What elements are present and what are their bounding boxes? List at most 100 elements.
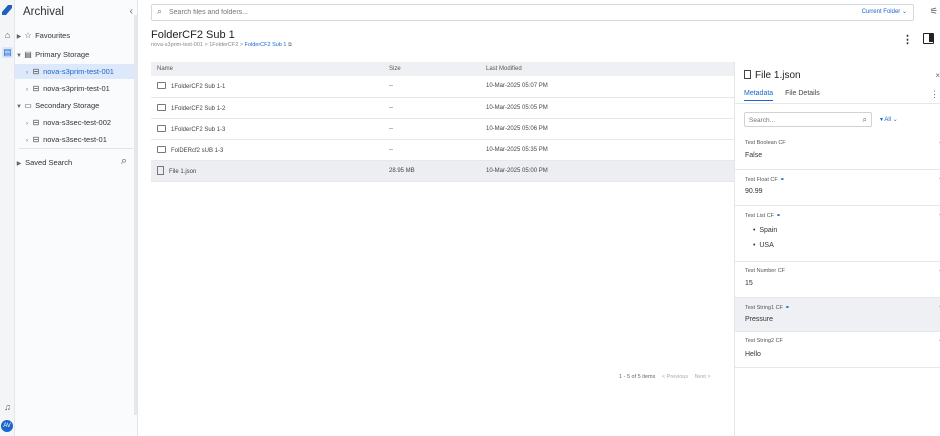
metadata-field-number[interactable]: Test Number CF 15 ‹ [735, 262, 940, 298]
metadata-field-string1[interactable]: Test String1 CF⚭ Pressure ‹ [735, 298, 940, 332]
nav-item-nova-s3sec-test-01[interactable]: › ⊟ nova-s3sec-test-01 [15, 132, 138, 147]
table-row[interactable]: FolDERcf2 sUB 1-3 -- 10-Mar-2025 05:35 P… [151, 139, 735, 161]
nav-item-label: nova-s3sec-test-01 [43, 135, 107, 144]
avatar[interactable]: AV [1, 420, 13, 432]
tab-metadata[interactable]: Metadata [744, 90, 774, 101]
chevron-right-icon[interactable]: › [23, 134, 31, 149]
chevron-right-icon[interactable]: › [23, 83, 31, 98]
database-icon: ▤ [24, 50, 32, 59]
file-name: FolDERcf2 sUB 1-3 [171, 147, 224, 154]
bell-icon[interactable]: ♫ [2, 402, 13, 413]
column-header-name[interactable]: Name [151, 62, 383, 76]
nav-item-label: nova-s3sec-test-002 [43, 118, 112, 127]
file-name: 1FolderCF2 Sub 1-3 [171, 126, 226, 133]
chevron-right-icon[interactable]: › [23, 66, 31, 81]
nav-item-nova-s3prim-test-01[interactable]: › ⊟ nova-s3prim-test-01 [15, 81, 138, 96]
search-scope-dropdown[interactable]: Current Folder ⌄ [862, 8, 907, 15]
cell-modified: 10-Mar-2025 05:00 PM [480, 160, 735, 182]
folder-icon [157, 124, 166, 132]
metadata-filter-dropdown[interactable]: ▾ All ⌄ [880, 116, 898, 123]
cell-modified: 10-Mar-2025 05:06 PM [480, 118, 735, 140]
global-search-bar: ⌕ Current Folder ⌄ [151, 4, 914, 21]
logo-icon [2, 5, 12, 15]
nav-item-secondary-storage[interactable]: ▼ ▭ Secondary Storage [15, 98, 138, 113]
nav-item-label: nova-s3prim-test-01 [43, 84, 110, 93]
cell-name: 1FolderCF2 Sub 1-2 [151, 97, 383, 119]
chevron-down-icon: ⌄ [892, 117, 898, 123]
home-icon[interactable]: ⌂ [2, 30, 13, 41]
nav-item-label: nova-s3prim-test-001 [43, 67, 114, 76]
chevron-down-icon[interactable]: ▼ [15, 100, 23, 115]
tab-file-details[interactable]: File Details [785, 90, 820, 100]
metadata-field-list[interactable]: Test List CF⚭ • Spain • USA ‹ [735, 206, 940, 262]
cell-size: -- [383, 139, 480, 161]
table-header-row: Name Size Last Modified [151, 62, 735, 76]
table-row[interactable]: 1FolderCF2 Sub 1-2 -- 10-Mar-2025 05:05 … [151, 97, 735, 119]
nav-item-saved-search[interactable]: ▶ Saved Search [15, 155, 138, 170]
more-options-icon[interactable]: ⋮ [930, 89, 939, 100]
chevron-down-icon[interactable]: ▼ [15, 49, 23, 64]
column-header-modified[interactable]: Last Modified [480, 62, 735, 76]
nav-item-nova-s3sec-test-002[interactable]: › ⊟ nova-s3sec-test-002 [15, 115, 138, 130]
archive-icon[interactable]: ▤ [2, 47, 13, 58]
bucket-icon: ⊟ [32, 84, 40, 93]
table-row[interactable]: 1FolderCF2 Sub 1-1 -- 10-Mar-2025 05:07 … [151, 76, 735, 98]
pagination: 1 - 5 of 5 items < Previous Next > [619, 374, 711, 380]
breadcrumb-item[interactable]: 1FolderCF2 [209, 42, 238, 48]
metadata-label: Test Number CF [745, 268, 785, 274]
table-row-selected[interactable]: File 1.json 28.95 MB 10-Mar-2025 05:00 P… [151, 160, 735, 182]
close-icon[interactable]: × [935, 71, 940, 80]
nav-divider [19, 148, 133, 149]
link-icon: ⚭ [776, 213, 782, 219]
file-name: 1FolderCF2 Sub 1-2 [171, 105, 226, 112]
nav-item-nova-s3prim-test-001[interactable]: › ⊟ nova-s3prim-test-001 [15, 64, 138, 79]
chevron-right-icon[interactable]: ▶ [15, 157, 23, 172]
bucket-icon: ⊟ [32, 67, 40, 76]
filter-settings-icon[interactable]: ⚟ [930, 6, 938, 17]
table-row[interactable]: 1FolderCF2 Sub 1-3 -- 10-Mar-2025 05:06 … [151, 118, 735, 140]
search-input[interactable] [169, 7, 769, 18]
previous-page-button[interactable]: < Previous [662, 374, 688, 380]
column-header-size[interactable]: Size [383, 62, 480, 76]
metadata-value: Pressure [745, 316, 774, 323]
cell-modified: 10-Mar-2025 05:07 PM [480, 76, 735, 98]
nav-item-primary-storage[interactable]: ▼ ▤ Primary Storage [15, 47, 138, 62]
scope-label: Current Folder [861, 9, 901, 15]
metadata-field-string2[interactable]: Test String2 CF Hello ‹ [735, 332, 940, 368]
collapse-icon[interactable]: ‹ [130, 6, 133, 17]
metadata-value: False [745, 152, 763, 159]
nav-item-label: Primary Storage [35, 50, 90, 59]
file-table: Name Size Last Modified 1FolderCF2 Sub 1… [151, 62, 735, 182]
nav-title: Archival [23, 6, 64, 18]
folder-icon [157, 145, 166, 153]
nav-item-label: Saved Search [25, 158, 73, 167]
left-rail: ⌂ ▤ ♫ AV [0, 0, 15, 436]
details-panel-toggle-icon[interactable] [923, 33, 934, 44]
metadata-field-boolean[interactable]: Test Boolean CF False ‹ [735, 134, 940, 170]
cell-size: 28.95 MB [383, 160, 480, 182]
list-item: • USA [753, 242, 774, 249]
chevron-right-icon[interactable]: ▶ [15, 30, 23, 45]
page-title: FolderCF2 Sub 1 [151, 29, 235, 41]
search-icon[interactable]: ⌕ [121, 155, 127, 168]
cell-name: 1FolderCF2 Sub 1-3 [151, 118, 383, 140]
cell-size: -- [383, 76, 480, 98]
search-icon[interactable]: ⌕ [863, 115, 867, 125]
metadata-field-float[interactable]: Test Float CF⚭ 90.99 ‹ [735, 170, 940, 206]
next-page-button[interactable]: Next > [695, 374, 711, 380]
app-window: ⌂ ▤ ♫ AV Archival ‹ ▶ ☆ Favourites ▼ ▤ Pri… [0, 0, 940, 436]
more-options-icon[interactable]: ⋮ [902, 33, 913, 46]
pagination-summary: 1 - 5 of 5 items [619, 374, 656, 380]
chevron-right-icon[interactable]: › [23, 117, 31, 132]
nav-item-label: Secondary Storage [35, 101, 100, 110]
folder-icon [157, 82, 166, 90]
nav-item-favourites[interactable]: ▶ ☆ Favourites [15, 28, 138, 43]
link-icon: ⚭ [779, 177, 785, 183]
nav-scrollbar[interactable] [134, 15, 137, 415]
breadcrumb-item[interactable]: nova-s3prim-test-001 [151, 42, 203, 48]
breadcrumb: nova-s3prim-test-001 > 1FolderCF2 > Fold… [151, 42, 292, 49]
metadata-label-text: Test String2 CF [745, 338, 783, 344]
copy-icon[interactable]: ⧉ [288, 42, 292, 48]
metadata-search-input[interactable] [749, 115, 849, 125]
metadata-value: 90.99 [745, 188, 763, 195]
